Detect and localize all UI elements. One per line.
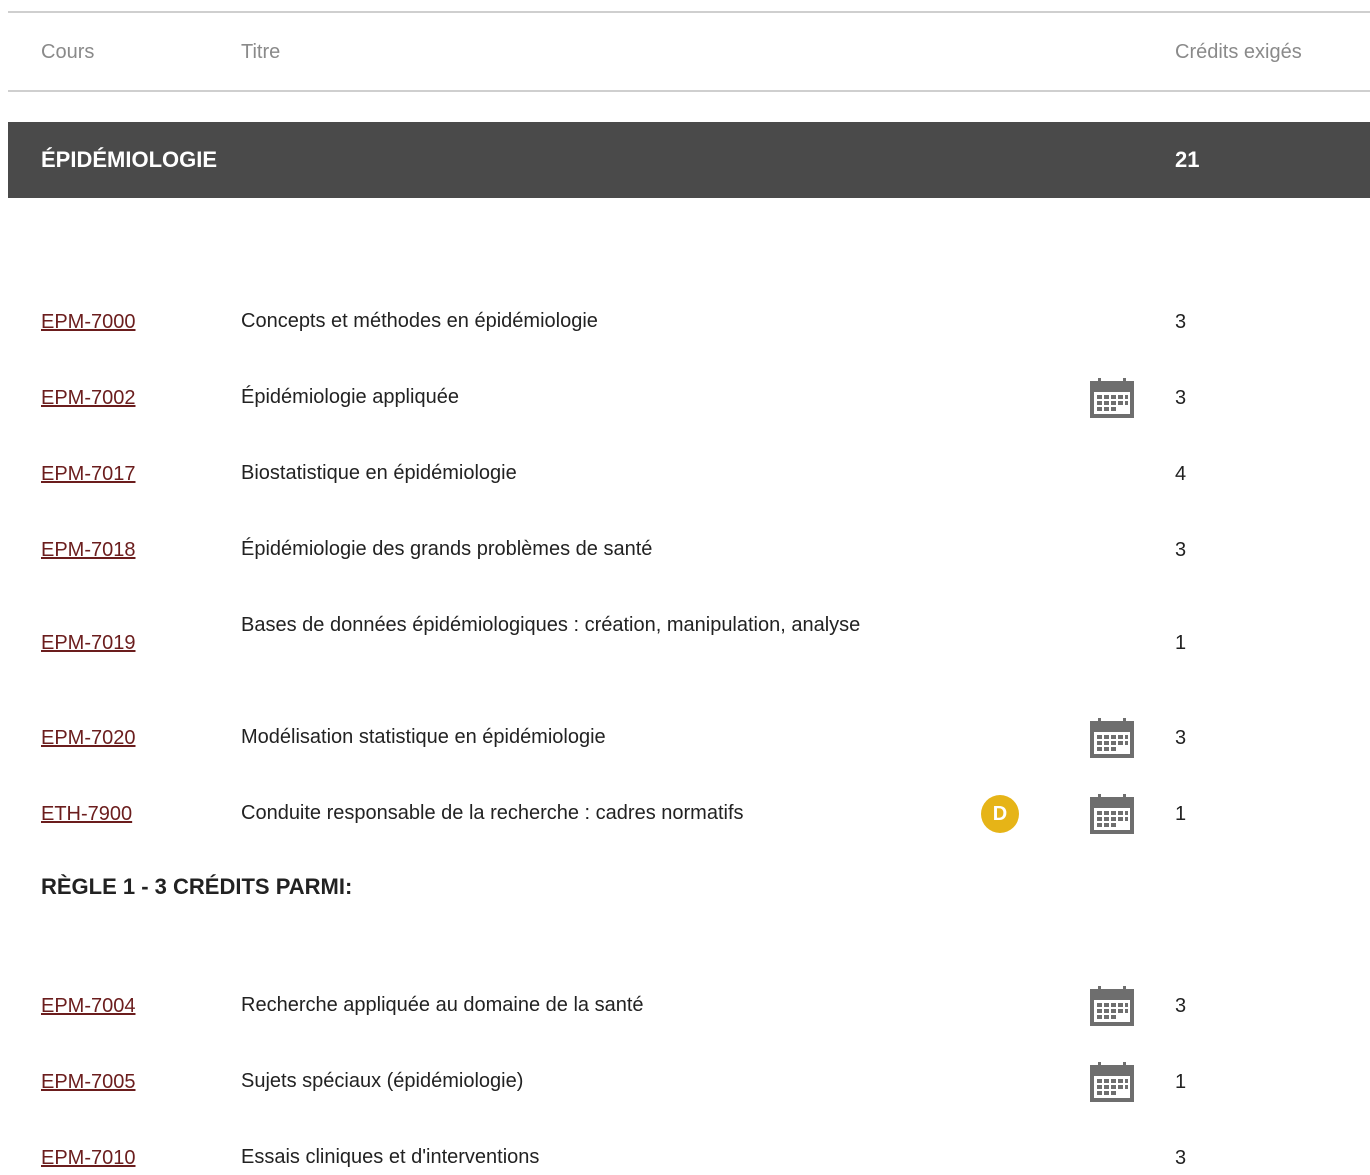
section-title: ÉPIDÉMIOLOGIE: [41, 147, 218, 172]
course-credits: 4: [1175, 463, 1187, 485]
header-divider: [8, 90, 1370, 92]
course-credits: 1: [1175, 632, 1187, 654]
calendar-icon[interactable]: [1090, 378, 1134, 418]
d-badge-icon[interactable]: D: [981, 795, 1019, 833]
course-link[interactable]: EPM-7005: [41, 1068, 136, 1096]
course-title: Épidémiologie appliquée: [241, 386, 459, 408]
course-link[interactable]: EPM-7010: [41, 1144, 136, 1172]
calendar-icon[interactable]: [1090, 986, 1134, 1026]
course-link[interactable]: EPM-7000: [41, 308, 136, 336]
course-credits: 3: [1175, 539, 1187, 561]
course-title: Biostatistique en épidémiologie: [241, 462, 517, 484]
course-credits: 3: [1175, 1147, 1187, 1169]
course-credits: 1: [1175, 1071, 1187, 1093]
course-credits: 1: [1175, 803, 1187, 825]
rule-title: RÈGLE 1 - 3 CRÉDITS PARMI:: [41, 874, 353, 899]
course-title: Épidémiologie des grands problèmes de sa…: [241, 538, 653, 560]
course-link[interactable]: EPM-7002: [41, 384, 136, 412]
calendar-icon[interactable]: [1090, 718, 1134, 758]
course-title: Sujets spéciaux (épidémiologie): [241, 1070, 524, 1092]
top-divider: [8, 11, 1370, 13]
calendar-icon[interactable]: [1090, 794, 1134, 834]
section-header: ÉPIDÉMIOLOGIE 21: [8, 122, 1370, 198]
course-title: Concepts et méthodes en épidémiologie: [241, 310, 598, 332]
header-title: Titre: [241, 41, 281, 63]
course-link[interactable]: ETH-7900: [41, 800, 132, 828]
course-credits: 3: [1175, 995, 1187, 1017]
section-credits: 21: [1175, 147, 1200, 172]
course-link[interactable]: EPM-7019: [41, 629, 136, 657]
course-link[interactable]: EPM-7020: [41, 724, 136, 752]
header-course: Cours: [41, 41, 95, 63]
course-credits: 3: [1175, 311, 1187, 333]
course-title: Bases de données épidémiologiques : créa…: [241, 614, 861, 636]
course-link[interactable]: EPM-7004: [41, 992, 136, 1020]
course-title: Modélisation statistique en épidémiologi…: [241, 726, 606, 748]
header-credits: Crédits exigés: [1175, 41, 1302, 63]
course-link[interactable]: EPM-7017: [41, 460, 136, 488]
course-link[interactable]: EPM-7018: [41, 536, 136, 564]
calendar-icon[interactable]: [1090, 1062, 1134, 1102]
course-credits: 3: [1175, 387, 1187, 409]
course-title: Essais cliniques et d'interventions: [241, 1146, 540, 1168]
course-credits: 3: [1175, 727, 1187, 749]
course-title: Recherche appliquée au domaine de la san…: [241, 994, 644, 1016]
course-title: Conduite responsable de la recherche : c…: [241, 802, 744, 824]
